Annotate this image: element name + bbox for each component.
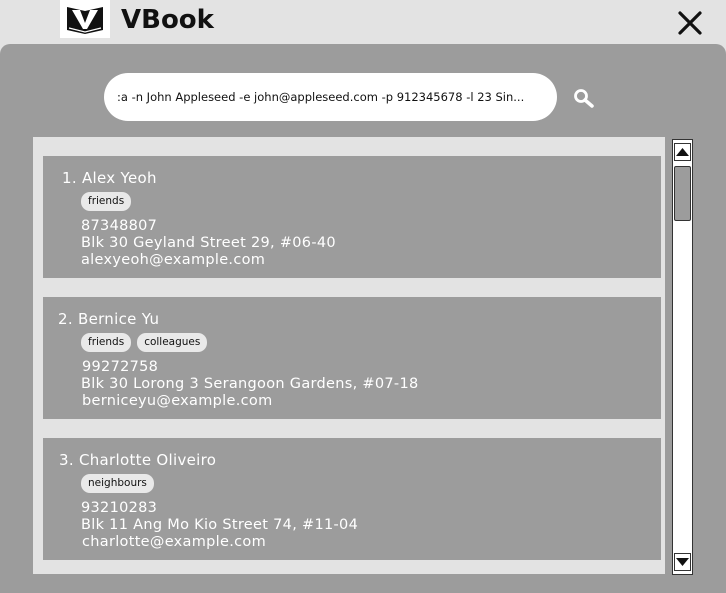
triangle-up-icon (676, 148, 689, 156)
contact-email: alexyeoh@example.com (81, 252, 266, 268)
contact-address: Blk 30 Geyland Street 29, #06-40 (81, 235, 336, 251)
tag: friends (81, 333, 132, 352)
triangle-down-icon (676, 558, 689, 566)
contact-name: 3. Charlotte Oliveiro (59, 451, 217, 469)
search-button[interactable] (573, 88, 595, 112)
contact-list: 1. Alex Yeoh friends 87348807 Blk 30 Gey… (33, 137, 665, 574)
contact-phone: 87348807 (81, 218, 158, 234)
tag: colleagues (137, 333, 208, 352)
command-input[interactable]: :a -n John Appleseed -e john@appleseed.c… (104, 73, 557, 121)
scrollbar-thumb[interactable] (674, 166, 691, 221)
vbook-logo-icon (67, 7, 103, 34)
main-panel: :a -n John Appleseed -e john@appleseed.c… (0, 44, 726, 593)
tag: neighbours (81, 474, 154, 493)
contact-address: Blk 30 Lorong 3 Serangoon Gardens, #07-1… (81, 376, 419, 392)
contact-name: 2. Bernice Yu (58, 310, 160, 328)
list-item[interactable]: 1. Alex Yeoh friends 87348807 Blk 30 Gey… (43, 156, 661, 278)
vertical-scrollbar[interactable] (672, 139, 693, 575)
tag: friends (81, 192, 132, 211)
close-icon (678, 11, 702, 35)
app-logo (60, 0, 110, 38)
list-item[interactable]: 3. Charlotte Oliveiro neighbours 9321028… (43, 438, 661, 560)
contact-address: Blk 11 Ang Mo Kio Street 74, #11-04 (81, 517, 359, 533)
contact-email: berniceyu@example.com (82, 393, 273, 409)
contact-phone: 93210283 (81, 500, 158, 516)
close-button[interactable] (676, 9, 704, 37)
tag-list: neighbours (81, 474, 154, 493)
search-icon (574, 89, 594, 108)
app-title: VBook (121, 5, 214, 35)
tag-list: friends colleagues (81, 333, 208, 352)
title-bar: VBook (0, 0, 726, 44)
contact-name: 1. Alex Yeoh (62, 169, 157, 187)
contact-phone: 99272758 (82, 359, 159, 375)
list-item[interactable]: 2. Bernice Yu friends colleagues 9927275… (43, 297, 661, 419)
tag-list: friends (81, 192, 132, 211)
scroll-down-button[interactable] (674, 553, 691, 571)
contact-email: charlotte@example.com (82, 534, 266, 550)
scroll-up-button[interactable] (674, 143, 691, 161)
